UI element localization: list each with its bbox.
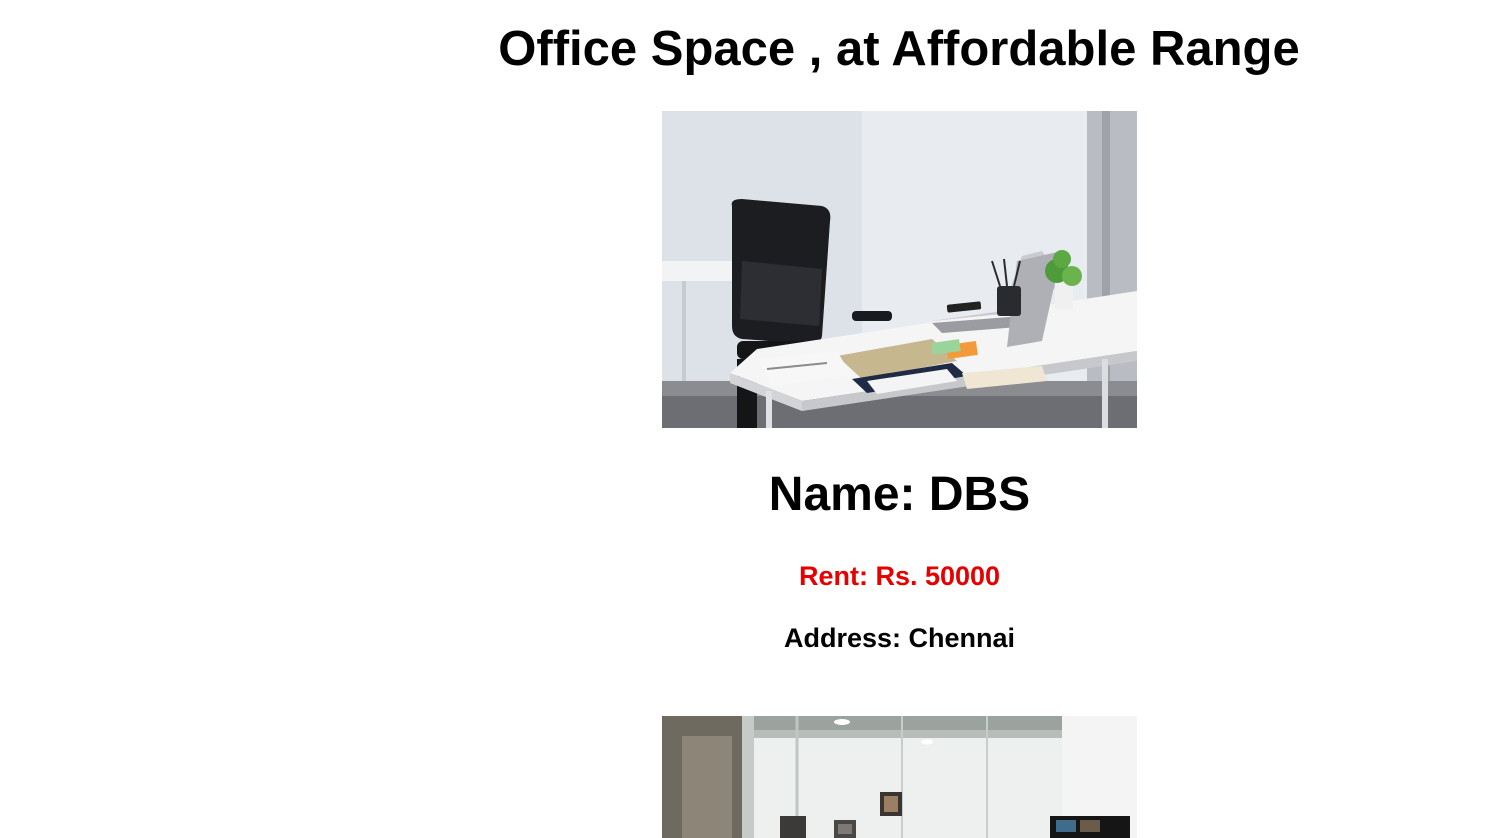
office-desk-photo xyxy=(662,111,1137,428)
page: Office Space , at Affordable Range Name:… xyxy=(0,0,1489,838)
page-title: Office Space , at Affordable Range xyxy=(498,22,1300,76)
listing-card xyxy=(662,716,1137,838)
listing-card: Name: DBS Rent: Rs. 50000 Address: Chenn… xyxy=(662,111,1137,653)
listing-name: Name: DBS xyxy=(768,468,1031,521)
listing-address: Address: Chennai xyxy=(783,623,1016,653)
office-interior-photo xyxy=(662,716,1137,838)
listing-rent: Rent: Rs. 50000 xyxy=(798,561,1001,591)
